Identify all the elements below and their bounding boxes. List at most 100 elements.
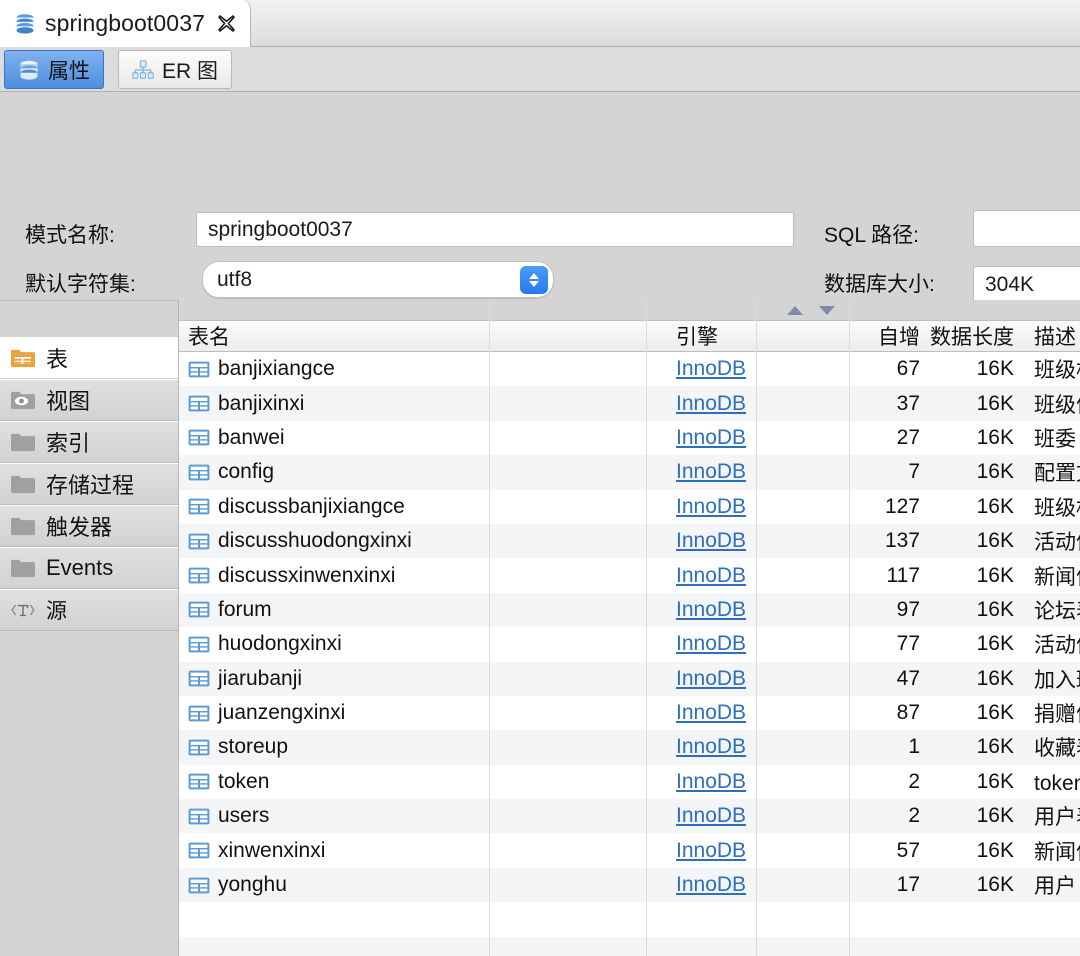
cell-engine: InnoDB	[676, 632, 816, 656]
column-resize-handle[interactable]	[756, 324, 757, 349]
engine-link[interactable]: InnoDB	[676, 667, 746, 691]
cell-data-length: 16K	[976, 666, 1014, 690]
grid-header-row: 表名 引擎 自增 数据长度 描述	[179, 321, 1080, 352]
document-tab-bar: springboot0037	[0, 0, 1080, 47]
chevron-updown-icon[interactable]	[520, 265, 548, 294]
table-row[interactable]: storeup InnoDB 1 16K 收藏表	[179, 730, 1080, 765]
table-icon	[188, 533, 210, 550]
engine-link[interactable]: InnoDB	[676, 632, 746, 656]
table-row[interactable]: xinwenxinxi InnoDB 57 16K 新闻信息	[179, 833, 1080, 868]
table-row[interactable]: users InnoDB 2 16K 用户表	[179, 799, 1080, 834]
column-header-3[interactable]: 数据长度	[930, 321, 1020, 351]
default-charset-select[interactable]: utf8	[202, 261, 554, 298]
cell-description: 用户表	[1034, 806, 1080, 830]
cell-data-length: 16K	[976, 769, 1014, 793]
triangle-down-icon[interactable]	[819, 306, 835, 315]
table-row[interactable]: jiarubanji InnoDB 47 16K 加入班级	[179, 661, 1080, 696]
cell-table-name: banwei	[188, 426, 658, 450]
cell-engine: InnoDB	[676, 460, 816, 484]
cell-data-length: 16K	[976, 632, 1014, 656]
database-icon	[16, 13, 34, 34]
engine-link[interactable]: InnoDB	[676, 598, 746, 622]
cell-description: 配置文件	[1034, 462, 1080, 486]
sidebar-item-3[interactable]: 存储过程	[0, 463, 178, 505]
cell-engine: InnoDB	[676, 357, 816, 381]
table-row[interactable]: banjixinxi InnoDB 37 16K 班级信息	[179, 386, 1080, 421]
table-row[interactable]: banwei InnoDB 27 16K 班委	[179, 420, 1080, 456]
column-resize-handle[interactable]	[489, 324, 490, 349]
sidebar-item-0[interactable]: 表	[0, 337, 178, 379]
cell-auto-increment: 37	[896, 391, 920, 415]
table-row[interactable]: yonghu InnoDB 17 16K 用户	[179, 867, 1080, 903]
cell-data-length: 16K	[976, 838, 1014, 862]
table-row[interactable]: discussbanjixiangce InnoDB 127 16K 班级相册评论表	[179, 489, 1080, 524]
cell-engine: InnoDB	[676, 495, 816, 519]
close-icon[interactable]	[217, 14, 236, 33]
table-row[interactable]: juanzengxinxi InnoDB 87 16K 捐赠信息	[179, 695, 1080, 731]
table-row[interactable]: token InnoDB 2 16K token 表	[179, 764, 1080, 800]
tab-properties[interactable]: 属性	[4, 50, 104, 89]
engine-link[interactable]: InnoDB	[676, 564, 746, 588]
table-row[interactable]: discusshuodongxinxi InnoDB 137 16K 活动信息评论表	[179, 523, 1080, 559]
cell-data-length: 16K	[976, 804, 1014, 828]
table-name-label: storeup	[218, 735, 289, 759]
engine-link[interactable]: InnoDB	[676, 460, 746, 484]
engine-link[interactable]: InnoDB	[676, 357, 746, 381]
table-row[interactable]: config InnoDB 7 16K 配置文件	[179, 455, 1080, 490]
cell-description: 论坛表	[1034, 599, 1080, 623]
cell-table-name: config	[188, 460, 658, 484]
cell-engine: InnoDB	[676, 701, 816, 725]
engine-link[interactable]: InnoDB	[676, 529, 746, 553]
table-row[interactable]: forum InnoDB 97 16K 论坛表	[179, 592, 1080, 628]
sidebar-item-4[interactable]: 触发器	[0, 505, 178, 547]
cell-data-length: 16K	[976, 357, 1014, 381]
cell-description: 班级相册评论表	[1034, 496, 1080, 520]
table-icon	[188, 395, 210, 412]
column-header-4[interactable]: 描述	[1034, 321, 1080, 351]
table-row[interactable]: banjixiangce InnoDB 67 16K 班级相册	[179, 352, 1080, 387]
table-name-label: banjixinxi	[218, 391, 305, 415]
empty-table-row[interactable]	[179, 936, 1080, 956]
sidebar-item-6[interactable]: 源	[0, 589, 178, 631]
sidebar-item-label: 存储过程	[46, 473, 135, 498]
cell-data-length: 16K	[976, 735, 1014, 759]
engine-link[interactable]: InnoDB	[676, 495, 746, 519]
engine-link[interactable]: InnoDB	[676, 770, 746, 794]
engine-link[interactable]: InnoDB	[676, 804, 746, 828]
cell-table-name: banjixiangce	[188, 357, 658, 381]
engine-link[interactable]: InnoDB	[676, 873, 746, 897]
engine-link[interactable]: InnoDB	[676, 426, 746, 450]
sidebar-item-2[interactable]: 索引	[0, 421, 178, 463]
schema-name-input[interactable]: springboot0037	[196, 212, 794, 247]
column-header-0[interactable]: 表名	[188, 321, 658, 351]
column-header-1[interactable]: 引擎	[676, 321, 816, 351]
tab-er-diagram[interactable]: ER 图	[118, 50, 233, 89]
engine-link[interactable]: InnoDB	[676, 839, 746, 863]
cell-description: 新闻信息评论表	[1034, 565, 1080, 589]
cell-engine: InnoDB	[676, 426, 816, 450]
column-resize-handle[interactable]	[849, 324, 850, 349]
cell-description: 班级相册	[1034, 359, 1080, 383]
cell-table-name: storeup	[188, 735, 658, 759]
empty-table-row[interactable]	[179, 902, 1080, 937]
table-row[interactable]: discussxinwenxinxi InnoDB 117 16K 新闻信息评论表	[179, 558, 1080, 593]
hierarchy-icon	[132, 59, 154, 79]
engine-link[interactable]: InnoDB	[676, 735, 746, 759]
table-name-label: juanzengxinxi	[218, 701, 346, 725]
triangle-up-icon[interactable]	[787, 306, 803, 315]
schema-properties-form: 模式名称: springboot0037 默认字符集: utf8 默认排序规则:…	[0, 92, 1080, 355]
table-icon	[188, 602, 210, 618]
engine-link[interactable]: InnoDB	[676, 701, 746, 725]
sql-path-input[interactable]	[973, 210, 1080, 247]
sidebar-item-1[interactable]: 视图	[0, 379, 178, 421]
table-icon	[188, 670, 210, 687]
folder-icon	[11, 433, 35, 452]
column-header-2[interactable]: 自增	[824, 321, 928, 351]
column-resize-handle[interactable]	[646, 324, 647, 349]
table-name-label: config	[218, 460, 275, 484]
engine-link[interactable]: InnoDB	[676, 392, 746, 416]
document-tab-springboot0037[interactable]: springboot0037	[0, 0, 251, 47]
table-row[interactable]: huodongxinxi InnoDB 77 16K 活动信息	[179, 627, 1080, 662]
table-icon	[188, 464, 210, 481]
sidebar-item-5[interactable]: Events	[0, 547, 178, 589]
